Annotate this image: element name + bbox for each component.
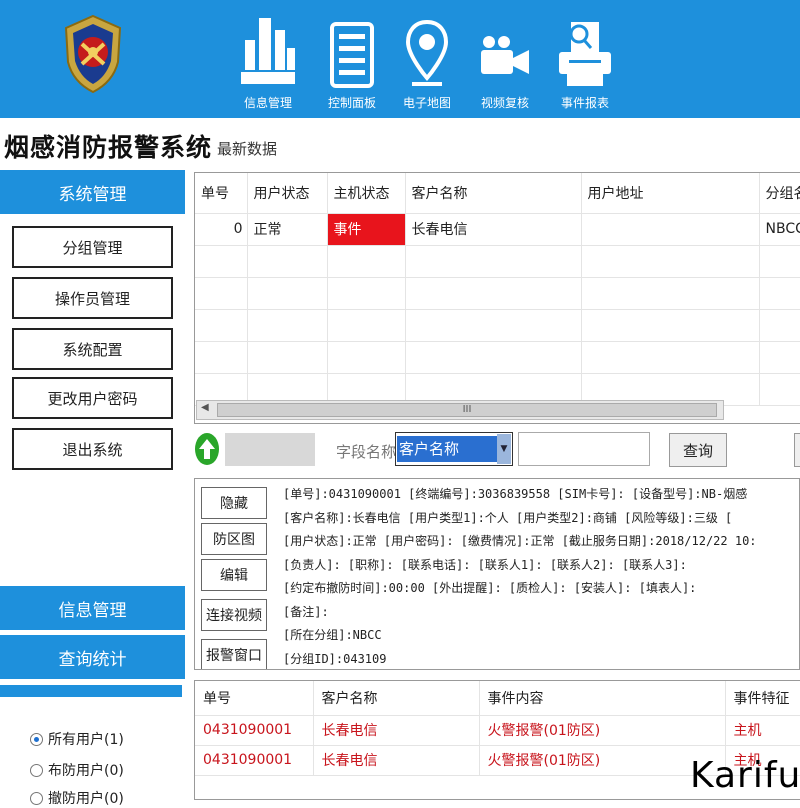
detail-line: [单号]:0431090001 [终端编号]:3036839558 [SIM卡号… [283,487,748,501]
detail-line: [所在分组]:NBCC [283,628,382,642]
cell-address [581,213,760,246]
nav-label: 视频复核 [480,96,529,110]
field-select[interactable]: 客户名称 ▼ [395,432,513,466]
detail-panel: 隐藏 防区图 编辑 连接视频 报警窗口 [单号]:0431090001 [终端编… [194,478,800,670]
radio-selected-icon[interactable] [30,732,43,746]
col-header[interactable]: 分组名 [759,173,800,214]
edge-button[interactable] [794,433,800,467]
connect-video-button[interactable]: 连接视频 [201,599,267,631]
cell-event-feature: 主机 [725,715,800,746]
cell-user-status: 正常 [247,213,328,246]
field-select-value: 客户名称 [397,436,497,462]
table-row [195,341,800,374]
alarm-window-button[interactable]: 报警窗口 [201,639,267,669]
panel-icon [330,0,374,92]
nav-electronic-map[interactable]: 电子地图 [396,0,458,118]
table-row [195,245,800,278]
up-arrow-icon[interactable] [195,433,219,465]
detail-line: [备注]: [283,604,329,619]
col-header[interactable]: 事件特征 [725,681,800,716]
operator-management-button[interactable]: 操作员管理 [12,277,173,319]
system-config-button[interactable]: 系统配置 [12,328,173,370]
nav-label: 事件报表 [560,96,609,110]
cell-customer-name: 长春电信 [313,715,480,746]
app-title: 烟感消防报警系统 [4,133,213,162]
cell-host-status: 事件 [327,213,406,246]
cell-event-content: 火警报警(01防区) [479,745,726,776]
scroll-left-icon[interactable]: ◀ [201,402,209,413]
info-management-header[interactable]: 信息管理 [0,586,185,630]
scroll-thumb[interactable]: III [217,403,717,417]
col-header[interactable]: 事件内容 [479,681,726,716]
nav-label: 控制面板 [327,96,376,110]
nav-video-review[interactable]: 视频复核 [474,0,536,118]
filter-label: 撤防用户(0) [48,791,124,807]
col-header[interactable]: 单号 [195,173,248,214]
col-header[interactable]: 客户名称 [405,173,582,214]
filter-all-users[interactable]: 所有用户(1) [30,729,124,749]
cell-group: NBCC [759,213,800,246]
table-row [195,309,800,342]
zone-map-button[interactable]: 防区图 [201,523,267,555]
nav-info-management[interactable]: 信息管理 [232,0,304,118]
query-button[interactable]: 查询 [669,433,727,467]
building-icon [237,0,299,92]
radio-icon[interactable] [30,791,43,805]
col-header[interactable]: 客户名称 [313,681,480,716]
filter-disarmed-users[interactable]: 撤防用户(0) [30,788,124,808]
video-camera-icon [477,0,533,92]
detail-line: [用户状态]:正常 [用户密码]: [缴费情况]:正常 [截止服务日期]:201… [283,534,757,548]
printer-icon [557,0,613,92]
query-stats-header[interactable]: 查询统计 [0,635,185,679]
watermark: Kariful [690,755,800,796]
nav-label: 电子地图 [402,96,451,110]
radio-icon[interactable] [30,763,43,777]
cell-id: 0431090001 [195,745,314,776]
field-name-label: 字段名称 [336,443,397,461]
nav-control-panel[interactable]: 控制面板 [318,0,386,118]
cell-event-content: 火警报警(01防区) [479,715,726,746]
detail-line: [负责人]: [职称]: [联系电话]: [联系人1]: [联系人2]: [联系… [283,557,687,572]
filter-armed-users[interactable]: 布防用户(0) [30,760,124,780]
exit-system-button[interactable]: 退出系统 [12,428,173,470]
table-row[interactable]: 0431090001 长春电信 火警报警(01防区) 主机 [195,715,800,746]
cell-id: 0 [195,213,248,246]
events-header-row: 单号 客户名称 事件内容 事件特征 [195,681,800,716]
col-header[interactable]: 主机状态 [327,173,406,214]
detail-line: [客户名称]:长春电信 [用户类型1]:个人 [用户类型2]:商铺 [风险等级]… [283,510,733,525]
change-password-button[interactable]: 更改用户密码 [12,377,173,419]
table-row [195,277,800,310]
fire-police-emblem-icon [58,14,128,94]
filter-label: 所有用户(1) [48,732,124,748]
table-row[interactable]: 0 正常 事件 长春电信 NBCC [195,213,800,246]
cell-customer-name: 长春电信 [313,745,480,776]
cell-customer-name: 长春电信 [405,213,582,246]
latest-data-label: 最新数据 [217,140,278,158]
nav-label: 信息管理 [243,96,292,110]
cell-id: 0431090001 [195,715,314,746]
col-header[interactable]: 用户状态 [247,173,328,214]
search-input[interactable] [518,432,650,466]
col-header[interactable]: 用户地址 [581,173,760,214]
dropdown-arrow-icon[interactable]: ▼ [497,434,511,464]
filter-label: 布防用户(0) [48,763,124,779]
status-box [225,433,315,466]
detail-line: [约定布撤防时间]:00:00 [外出提醒]: [质检人]: [安装人]: [填… [283,581,697,595]
nav-event-report[interactable]: 事件报表 [554,0,616,118]
top-banner: 信息管理 控制面板 电子地图 视频复核 事件报表 [0,0,800,118]
col-header[interactable]: 单号 [195,681,314,716]
system-management-header[interactable]: 系统管理 [0,170,185,214]
detail-line: [分组ID]:043109 [283,651,387,666]
edit-button[interactable]: 编辑 [201,559,267,591]
divider-bar [0,685,182,697]
group-management-button[interactable]: 分组管理 [12,226,173,268]
user-grid[interactable]: 单号 用户状态 主机状态 客户名称 用户地址 分组名 0 正常 事件 长春电信 … [194,172,800,424]
grid-header-row: 单号 用户状态 主机状态 客户名称 用户地址 分组名 [195,173,800,214]
horizontal-scrollbar[interactable]: ◀ III [196,400,724,420]
map-pin-icon [406,0,448,92]
hide-button[interactable]: 隐藏 [201,487,267,519]
detail-text: [单号]:0431090001 [终端编号]:3036839558 [SIM卡号… [283,483,799,669]
